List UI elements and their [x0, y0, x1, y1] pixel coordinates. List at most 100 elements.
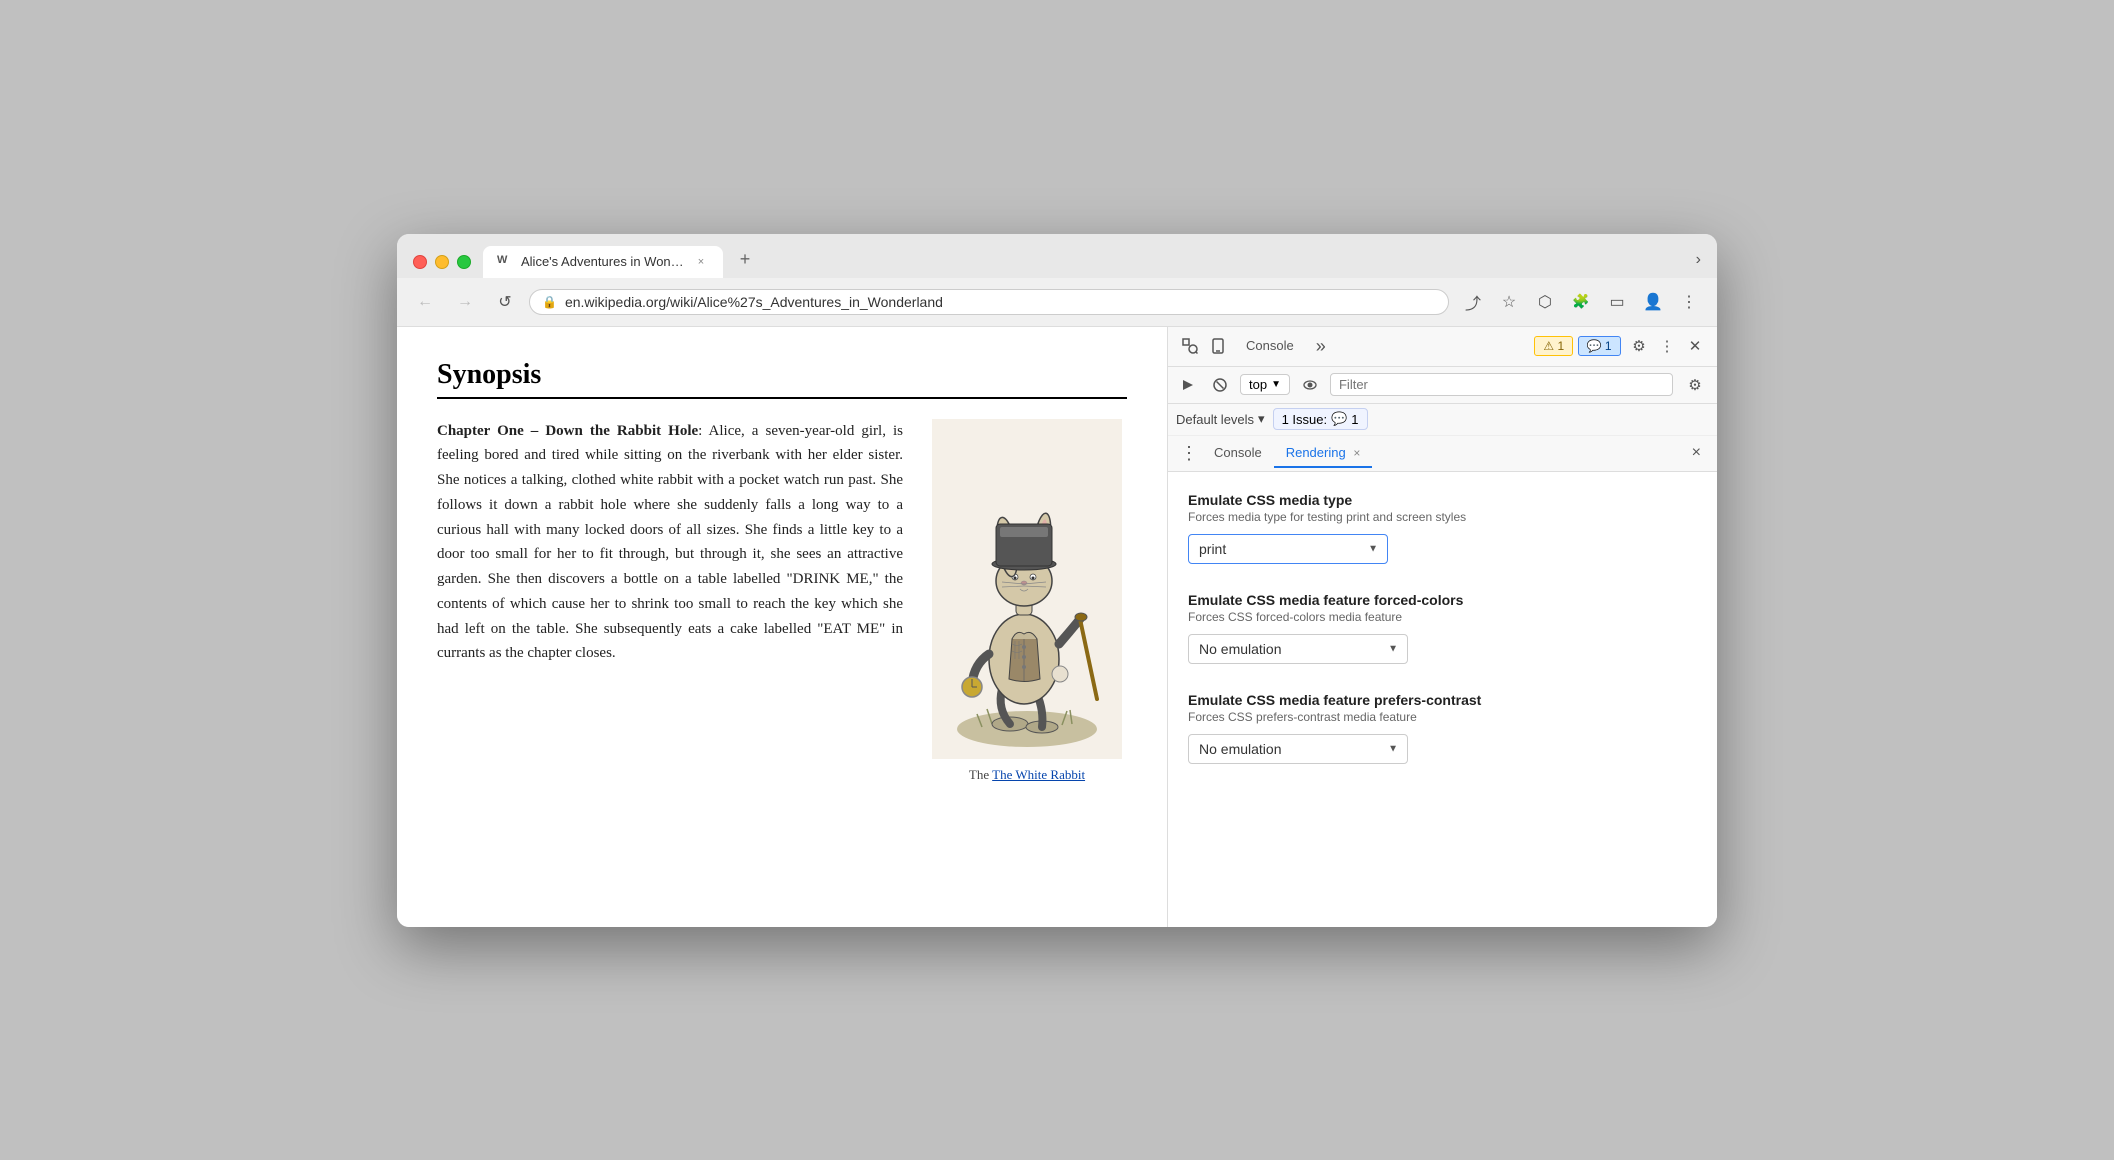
browser-toolbar: ← → ↺ 🔒 ⤴ ☆ ⬡ 🧩 ▭ 👤 ⋮	[397, 278, 1717, 327]
forward-icon: →	[457, 293, 473, 311]
share-button[interactable]: ⤴	[1457, 286, 1489, 318]
eye-button[interactable]	[1298, 373, 1322, 397]
devtools-device-button[interactable]	[1204, 332, 1232, 360]
devtools-tab-console[interactable]: Console	[1232, 330, 1308, 363]
devtools-info-badge[interactable]: 💬 1	[1578, 336, 1621, 356]
tab-favicon: W	[497, 254, 513, 270]
devtools-warning-badge[interactable]: ⚠ 1	[1534, 336, 1573, 356]
stop-button[interactable]	[1208, 373, 1232, 397]
address-input[interactable]	[565, 294, 1436, 310]
rendering-content: Emulate CSS media type Forces media type…	[1168, 472, 1717, 927]
forced-colors-title: Emulate CSS media feature forced-colors	[1188, 592, 1697, 608]
rendering-panel-close-button[interactable]: ×	[1684, 440, 1709, 466]
share-icon: ⤴	[1465, 290, 1481, 314]
rendering-tabs-dots[interactable]: ⋮	[1176, 439, 1202, 468]
devtools-panel: Console » ⚠ 1 💬 1 ⚙ ⋮ ✕	[1167, 327, 1717, 927]
inspect-icon	[1182, 338, 1198, 354]
wiki-image-block: The The White Rabbit	[927, 419, 1127, 783]
chrome-ext-button[interactable]: 🧩	[1565, 286, 1597, 318]
devtools-more-tabs-button[interactable]: »	[1308, 332, 1334, 361]
media-type-desc: Forces media type for testing print and …	[1188, 510, 1697, 524]
eye-icon	[1303, 378, 1317, 392]
issue-info-icon: 💬	[1331, 411, 1347, 427]
forced-colors-select-wrapper: No emulation active none	[1188, 634, 1408, 664]
sidebar-icon: ▭	[1609, 292, 1624, 312]
close-icon: ✕	[1689, 337, 1702, 355]
rendering-section-prefers-contrast: Emulate CSS media feature prefers-contra…	[1188, 692, 1697, 764]
tab-rendering[interactable]: Rendering ×	[1274, 439, 1373, 468]
extensions-button[interactable]: ⬡	[1529, 286, 1561, 318]
more-tabs-button[interactable]: ›	[1696, 251, 1701, 269]
devtools-more-button[interactable]: ⋮	[1653, 332, 1681, 360]
media-type-select[interactable]: none print screen	[1188, 534, 1388, 564]
chrome-ext-icon: 🧩	[1572, 293, 1589, 310]
filter-settings-icon: ⚙	[1688, 376, 1701, 394]
toolbar-right-buttons: ⤴ ☆ ⬡ 🧩 ▭ 👤 ⋮	[1457, 286, 1705, 318]
devtools-tabs-bar: Console » ⚠ 1 💬 1 ⚙ ⋮ ✕	[1168, 327, 1717, 367]
execute-icon	[1181, 378, 1195, 392]
filter-settings-button[interactable]: ⚙	[1681, 371, 1709, 399]
wiki-page-content: Synopsis Chapter One – Down the Rabbit H…	[397, 327, 1167, 927]
issue-count: 1	[1351, 412, 1358, 427]
bookmark-icon: ☆	[1502, 292, 1516, 312]
tab-console[interactable]: Console	[1202, 439, 1274, 468]
synopsis-title: Synopsis	[437, 359, 1127, 399]
chapter-text: Chapter One – Down the Rabbit Hole: Alic…	[437, 419, 903, 667]
chapter-body: : Alice, a seven-year-old girl, is feeli…	[437, 423, 903, 662]
execute-button[interactable]	[1176, 373, 1200, 397]
media-type-title: Emulate CSS media type	[1188, 492, 1697, 508]
prefers-contrast-select[interactable]: No emulation no-preference more less for…	[1188, 734, 1408, 764]
default-levels-label: Default levels	[1176, 412, 1254, 427]
bookmark-button[interactable]: ☆	[1493, 286, 1525, 318]
lock-icon: 🔒	[542, 295, 557, 309]
content-area: Synopsis Chapter One – Down the Rabbit H…	[397, 327, 1717, 927]
reload-button[interactable]: ↺	[489, 286, 521, 318]
white-rabbit-link[interactable]: The White Rabbit	[992, 767, 1085, 782]
traffic-light-yellow[interactable]	[435, 255, 449, 269]
filter-input[interactable]	[1330, 373, 1673, 396]
rabbit-illustration	[932, 419, 1122, 759]
extensions-icon: ⬡	[1538, 292, 1552, 312]
traffic-light-red[interactable]	[413, 255, 427, 269]
forced-colors-select[interactable]: No emulation active none	[1188, 634, 1408, 664]
forward-button[interactable]: →	[449, 286, 481, 318]
prefers-contrast-select-wrapper: No emulation no-preference more less for…	[1188, 734, 1408, 764]
prefers-contrast-desc: Forces CSS prefers-contrast media featur…	[1188, 710, 1697, 724]
menu-button[interactable]: ⋮	[1673, 286, 1705, 318]
new-tab-button[interactable]: +	[731, 246, 759, 274]
rendering-tab-close-button[interactable]: ×	[1353, 446, 1360, 460]
media-type-select-wrapper: none print screen	[1188, 534, 1388, 564]
devtools-close-button[interactable]: ✕	[1681, 332, 1709, 360]
tab-close-button[interactable]: ×	[693, 254, 709, 270]
browser-window: W Alice's Adventures in Wonderla × + › ←…	[397, 234, 1717, 927]
rendering-section-media-type: Emulate CSS media type Forces media type…	[1188, 492, 1697, 564]
more-icon: ⋮	[1660, 337, 1675, 355]
devtools-settings-button[interactable]: ⚙	[1625, 332, 1653, 360]
reload-icon: ↺	[498, 292, 511, 312]
default-levels-button[interactable]: Default levels ▾	[1176, 411, 1265, 427]
traffic-light-green[interactable]	[457, 255, 471, 269]
issue-badge[interactable]: 1 Issue: 💬 1	[1273, 408, 1368, 430]
title-bar: W Alice's Adventures in Wonderla × + ›	[397, 234, 1717, 278]
back-button[interactable]: ←	[409, 286, 441, 318]
address-bar[interactable]: 🔒	[529, 289, 1449, 315]
devtools-secondary-bar: top ▼ ⚙	[1168, 367, 1717, 404]
prefers-contrast-title: Emulate CSS media feature prefers-contra…	[1188, 692, 1697, 708]
issue-count-label: 1 Issue:	[1282, 412, 1328, 427]
context-value: top	[1249, 377, 1267, 392]
chapter-title: Chapter One – Down the Rabbit Hole	[437, 423, 698, 439]
profile-button[interactable]: 👤	[1637, 286, 1669, 318]
tabs-bar: W Alice's Adventures in Wonderla × +	[483, 246, 1684, 278]
back-icon: ←	[417, 293, 433, 311]
traffic-lights	[413, 255, 471, 269]
sidebar-button[interactable]: ▭	[1601, 286, 1633, 318]
context-dropdown-icon: ▼	[1271, 379, 1281, 390]
stop-icon	[1213, 378, 1227, 392]
browser-tab-active[interactable]: W Alice's Adventures in Wonderla ×	[483, 246, 723, 278]
devtools-inspect-button[interactable]	[1176, 332, 1204, 360]
devtools-third-bar: Default levels ▾ 1 Issue: 💬 1	[1168, 404, 1717, 436]
settings-icon: ⚙	[1632, 337, 1645, 355]
menu-icon: ⋮	[1681, 292, 1697, 312]
device-icon	[1210, 338, 1226, 354]
context-selector[interactable]: top ▼	[1240, 374, 1290, 395]
